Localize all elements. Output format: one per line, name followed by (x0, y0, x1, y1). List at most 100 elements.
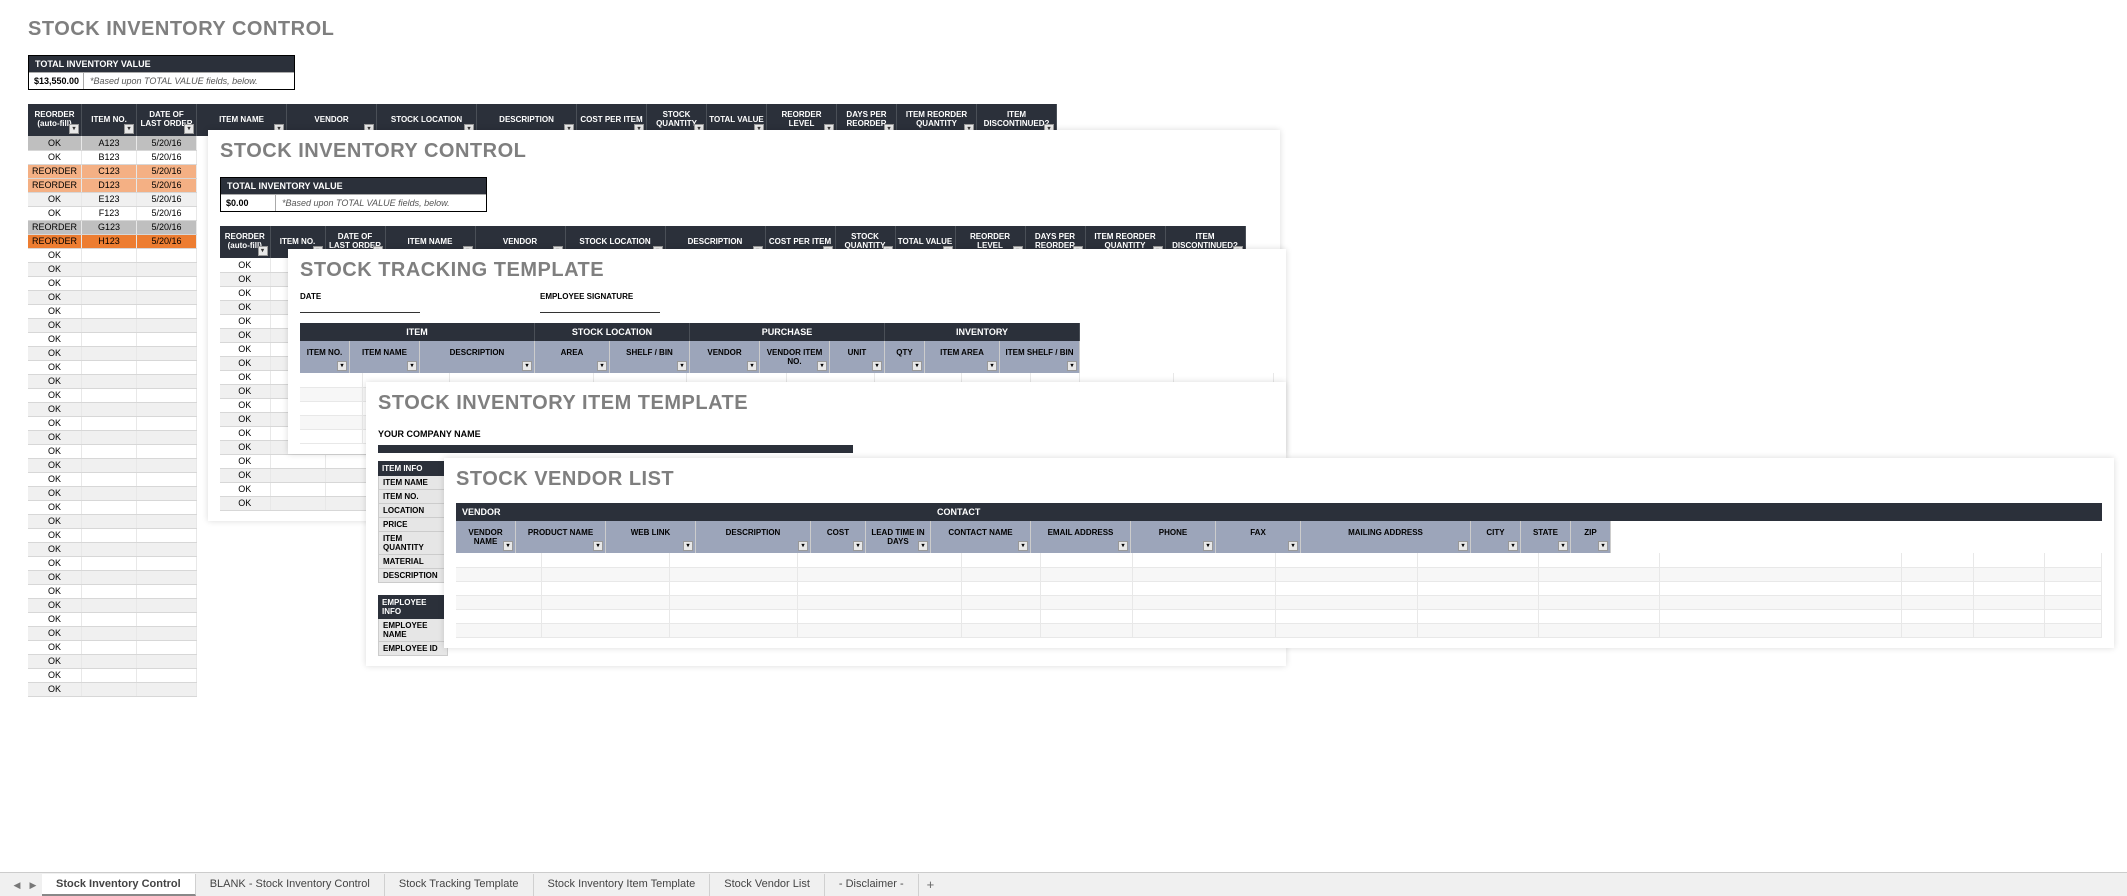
filter-dropdown-icon[interactable]: ▾ (747, 361, 757, 371)
sub-column-header[interactable]: VENDOR NAME▾ (456, 521, 516, 553)
sub-column-header[interactable]: ITEM NAME▾ (350, 341, 420, 373)
sheet-tab[interactable]: BLANK - Stock Inventory Control (196, 874, 385, 896)
filter-dropdown-icon[interactable]: ▾ (1118, 541, 1128, 551)
filter-dropdown-icon[interactable]: ▾ (683, 541, 693, 551)
sub-column-header[interactable]: CONTACT NAME▾ (931, 521, 1031, 553)
reorder-status: OK (28, 626, 82, 640)
filter-dropdown-icon[interactable]: ▾ (853, 541, 863, 551)
sheet-tab[interactable]: - Disclaimer - (825, 874, 919, 896)
table-row[interactable] (456, 567, 2102, 581)
reorder-status: OK (28, 192, 82, 206)
tab-nav-prev-icon[interactable]: ◀ (10, 878, 24, 892)
sub-column-header[interactable]: LEAD TIME IN DAYS▾ (866, 521, 931, 553)
page-title: STOCK INVENTORY ITEM TEMPLATE (378, 392, 1274, 415)
sub-column-header[interactable]: VENDOR ITEM NO.▾ (760, 341, 830, 373)
sub-column-header[interactable]: PRODUCT NAME▾ (516, 521, 606, 553)
filter-dropdown-icon[interactable]: ▾ (124, 124, 134, 134)
filter-dropdown-icon[interactable]: ▾ (1203, 541, 1213, 551)
filter-dropdown-icon[interactable]: ▾ (1288, 541, 1298, 551)
item-info-row: ITEM NAME (378, 476, 448, 490)
sub-column-header[interactable]: FAX▾ (1216, 521, 1301, 553)
item-info-row: PRICE (378, 518, 448, 532)
sub-column-header[interactable]: DESCRIPTION▾ (696, 521, 811, 553)
filter-dropdown-icon[interactable]: ▾ (407, 361, 417, 371)
filter-dropdown-icon[interactable]: ▾ (503, 541, 513, 551)
table-row[interactable] (456, 581, 2102, 595)
sub-column-header[interactable]: VENDOR▾ (690, 341, 760, 373)
filter-dropdown-icon[interactable]: ▾ (912, 361, 922, 371)
sub-column-header[interactable]: QTY▾ (885, 341, 925, 373)
sub-column-header[interactable]: SHELF / BIN▾ (610, 341, 690, 373)
tiv-value: $13,550.00 (29, 73, 84, 89)
filter-dropdown-icon[interactable]: ▾ (918, 541, 928, 551)
reorder-status: OK (220, 370, 270, 384)
filter-dropdown-icon[interactable]: ▾ (677, 361, 687, 371)
dark-band (378, 445, 853, 453)
table-row[interactable] (456, 595, 2102, 609)
filter-dropdown-icon[interactable]: ▾ (597, 361, 607, 371)
table-row[interactable] (456, 553, 2102, 567)
filter-dropdown-icon[interactable]: ▾ (184, 124, 194, 134)
tab-nav-next-icon[interactable]: ▶ (26, 878, 40, 892)
sub-column-header[interactable]: COST▾ (811, 521, 866, 553)
table-row[interactable] (456, 623, 2102, 637)
filter-dropdown-icon[interactable]: ▾ (1558, 541, 1568, 551)
reorder-status: OK (220, 468, 270, 482)
filter-dropdown-icon[interactable]: ▾ (798, 541, 808, 551)
column-header[interactable]: REORDER (auto-fill)▾ (220, 226, 270, 258)
filter-dropdown-icon[interactable]: ▾ (1508, 541, 1518, 551)
employee-signature-line[interactable] (540, 301, 660, 313)
filter-dropdown-icon[interactable]: ▾ (1067, 361, 1077, 371)
reorder-status: REORDER (28, 178, 82, 192)
date-label: DATE (300, 292, 420, 301)
reorder-status: OK (28, 584, 82, 598)
filter-dropdown-icon[interactable]: ▾ (1018, 541, 1028, 551)
sub-column-header[interactable]: ITEM AREA▾ (925, 341, 1000, 373)
add-sheet-button[interactable]: + (919, 875, 943, 894)
filter-dropdown-icon[interactable]: ▾ (593, 541, 603, 551)
filter-dropdown-icon[interactable]: ▾ (817, 361, 827, 371)
item-no: B123 (82, 150, 137, 164)
sub-column-header[interactable]: ZIP▾ (1571, 521, 1611, 553)
filter-dropdown-icon[interactable]: ▾ (258, 246, 268, 256)
sub-column-header[interactable]: ITEM NO.▾ (300, 341, 350, 373)
date-input-line[interactable] (300, 301, 420, 313)
column-header[interactable]: DATE OF LAST ORDER▾ (137, 104, 197, 136)
sheet-tab[interactable]: Stock Inventory Control (42, 874, 196, 896)
filter-dropdown-icon[interactable]: ▾ (337, 361, 347, 371)
reorder-status: OK (28, 388, 82, 402)
sub-column-header[interactable]: UNIT▾ (830, 341, 885, 373)
sub-column-header[interactable]: ITEM SHELF / BIN▾ (1000, 341, 1080, 373)
sub-column-header[interactable]: EMAIL ADDRESS▾ (1031, 521, 1131, 553)
last-order-date: 5/20/16 (137, 234, 197, 248)
sub-column-header[interactable]: DESCRIPTION▾ (420, 341, 535, 373)
sub-column-header[interactable]: PHONE▾ (1131, 521, 1216, 553)
sheet-tab[interactable]: Stock Tracking Template (385, 874, 534, 896)
filter-dropdown-icon[interactable]: ▾ (987, 361, 997, 371)
sub-column-header[interactable]: CITY▾ (1471, 521, 1521, 553)
reorder-status: OK (28, 570, 82, 584)
table-row[interactable] (456, 609, 2102, 623)
filter-dropdown-icon[interactable]: ▾ (522, 361, 532, 371)
sheet-tab[interactable]: Stock Inventory Item Template (534, 874, 711, 896)
reorder-status: OK (220, 286, 270, 300)
sub-column-header[interactable]: STATE▾ (1521, 521, 1571, 553)
reorder-status: OK (28, 206, 82, 220)
table-row[interactable]: OK (28, 668, 1057, 682)
column-header[interactable]: ITEM NO.▾ (82, 104, 137, 136)
filter-dropdown-icon[interactable]: ▾ (1458, 541, 1468, 551)
column-header[interactable]: REORDER (auto-fill)▾ (28, 104, 82, 136)
last-order-date: 5/20/16 (137, 192, 197, 206)
last-order-date: 5/20/16 (137, 178, 197, 192)
signature-fields: DATE EMPLOYEE SIGNATURE (300, 292, 1274, 313)
filter-dropdown-icon[interactable]: ▾ (69, 124, 79, 134)
sub-column-header[interactable]: WEB LINK▾ (606, 521, 696, 553)
filter-dropdown-icon[interactable]: ▾ (872, 361, 882, 371)
vendor-band: VENDOR CONTACT (456, 503, 2102, 521)
sub-column-header[interactable]: MAILING ADDRESS▾ (1301, 521, 1471, 553)
sheet-tab[interactable]: Stock Vendor List (710, 874, 825, 896)
sub-column-header[interactable]: AREA▾ (535, 341, 610, 373)
reorder-status: OK (220, 384, 270, 398)
filter-dropdown-icon[interactable]: ▾ (1598, 541, 1608, 551)
table-row[interactable]: OK (28, 682, 1057, 696)
